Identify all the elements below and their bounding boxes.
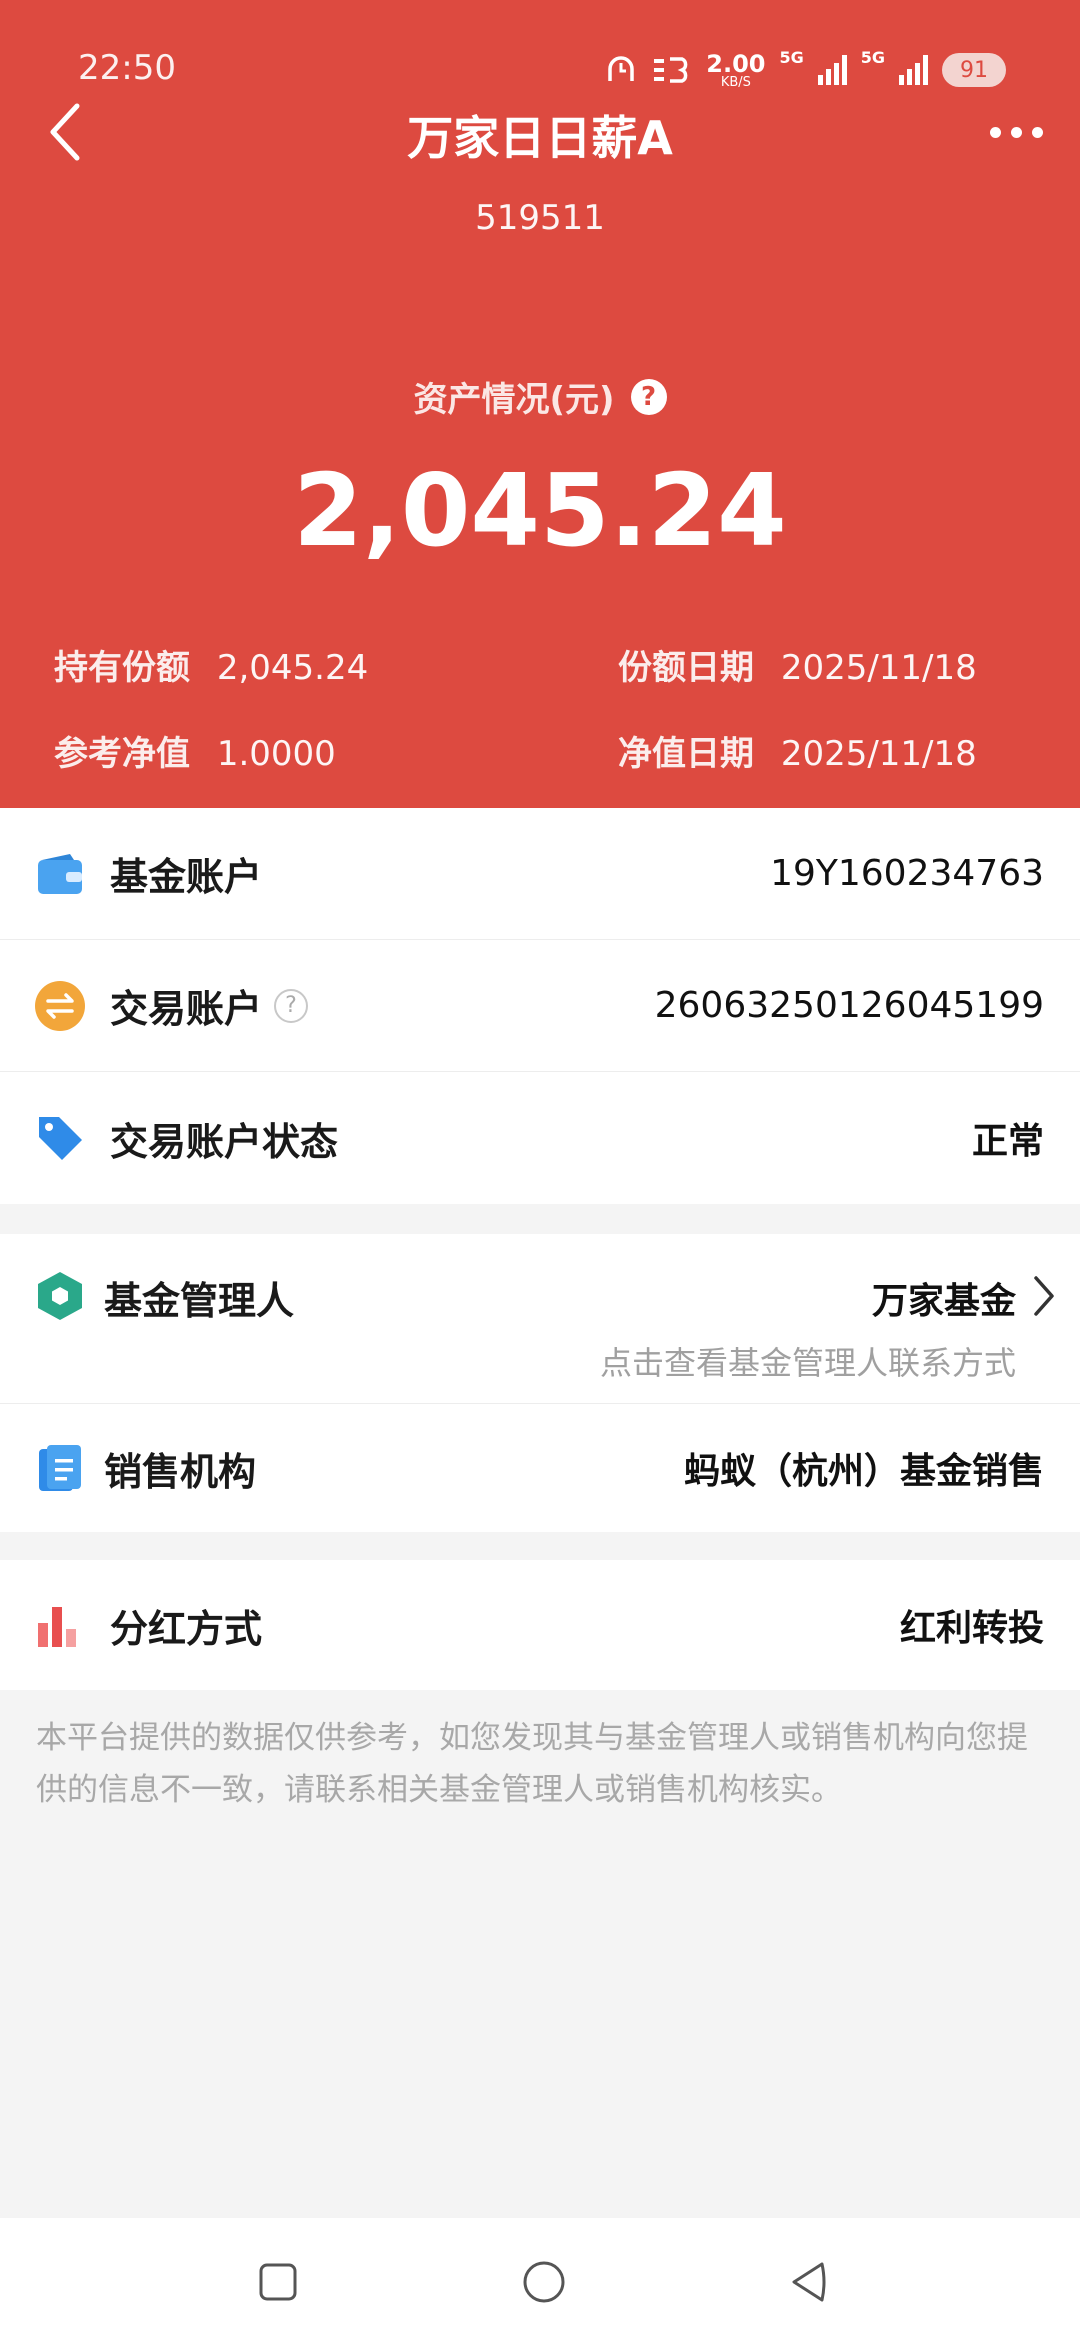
holding-value: 2,045.24 — [216, 648, 369, 688]
bar-chart-icon — [34, 1599, 86, 1651]
fund-manager-row[interactable]: 基金管理人 万家基金 点击查看基金管理人联系方式 — [0, 1234, 1080, 1404]
help-icon[interactable]: ? — [630, 378, 667, 415]
trade-account-value: 2606325012604519​9 — [654, 985, 1044, 1026]
share-date-value: 2025/11/18 — [780, 648, 977, 688]
wallet-icon — [34, 848, 86, 900]
battery-indicator: 91 — [942, 53, 1006, 87]
hexagon-icon — [34, 1270, 86, 1322]
nav-label: 参考净值 — [54, 734, 190, 774]
account-status-value: 正常 — [971, 1121, 1044, 1162]
triangle-back-icon — [792, 2262, 826, 2302]
chevron-left-icon — [50, 103, 80, 161]
nav-value: 1.0000 — [216, 734, 336, 774]
network-type-2: 5G — [860, 48, 885, 67]
system-nav-bar — [0, 2218, 1080, 2352]
signal-icon — [817, 55, 847, 85]
asset-label: 资产情况(元) — [413, 380, 615, 420]
share-date: 份额日期 2025/11/18 — [618, 640, 1010, 689]
home-button[interactable] — [520, 2258, 568, 2306]
page-title: 万家日日薪A — [407, 111, 673, 165]
fund-account-value: 19Y160234763 — [770, 853, 1044, 894]
account-card: 基金账户 19Y160234763 交易账户 ? 260632501260451… — [0, 808, 1080, 1204]
fund-header: 22:50 2.00 KB/S 5G 5G 91 万家日日薪A 519511 资… — [0, 0, 1080, 808]
asset-label-row: 资产情况(元) ? — [0, 372, 1080, 421]
nav-date: 净值日期 2025/11/18 — [618, 726, 1010, 775]
reference-nav: 参考净值 1.0000 — [54, 726, 336, 775]
asset-value: 2,045.24 — [293, 452, 787, 569]
network-type-1: 5G — [779, 48, 804, 67]
back-nav-button[interactable] — [784, 2258, 832, 2306]
share-date-label: 份额日期 — [618, 648, 754, 688]
status-bar: 22:50 2.00 KB/S 5G 5G 91 — [0, 48, 1080, 92]
fund-manager-label: 基金管理人 — [104, 1279, 295, 1323]
holding-share: 持有份额 2,045.24 — [54, 640, 368, 689]
meta-row-holding: 持有份额 2,045.24 份额日期 2025/11/18 — [54, 640, 1010, 689]
seller-value: 蚂蚁（杭州）基金销售 — [683, 1451, 1044, 1492]
chevron-right-icon — [1034, 1276, 1054, 1316]
seller-row: 销售机构 蚂蚁（杭州）基金销售 — [0, 1404, 1080, 1532]
account-status-label: 交易账户状态 — [110, 1119, 339, 1164]
circle-icon — [523, 2261, 565, 2303]
exchange-icon — [34, 980, 86, 1032]
book-icon — [34, 1442, 86, 1494]
fund-manager-value: 万家基金 — [871, 1281, 1016, 1322]
square-icon — [259, 2263, 297, 2301]
question-icon[interactable]: ? — [274, 988, 309, 1023]
tag-icon — [34, 1112, 86, 1164]
nav-date-label: 净值日期 — [618, 734, 754, 774]
holding-label: 持有份额 — [54, 648, 190, 688]
back-button[interactable] — [40, 96, 88, 168]
nfc-icon — [654, 57, 688, 83]
fund-detail-page: 22:50 2.00 KB/S 5G 5G 91 万家日日薪A 519511 资… — [0, 0, 1080, 2352]
trade-account-row: 交易账户 ? 2606325012604519​9 — [0, 940, 1080, 1072]
fund-manager-contact-link[interactable]: 点击查看基金管理人联系方式 — [600, 1338, 1016, 1384]
status-icons: 2.00 KB/S 5G 5G 91 — [604, 48, 1006, 92]
seller-label: 销售机构 — [104, 1449, 257, 1494]
more-button[interactable] — [980, 112, 1052, 152]
disclaimer-text: 本平台提供的数据仅供参考，如您发现其与基金管理人或销售机构向您提供的信息不一致，… — [36, 1720, 1028, 1808]
more-dots-icon — [989, 126, 1001, 138]
recent-apps-button[interactable] — [254, 2258, 302, 2306]
fund-account-row: 基金账户 19Y160234763 — [0, 808, 1080, 940]
dividend-label: 分红方式 — [110, 1606, 263, 1651]
dividend-row: 分红方式 红利转投 — [0, 1560, 1080, 1690]
fund-code: 519511 — [475, 198, 605, 238]
status-time: 22:50 — [78, 48, 176, 88]
signal-icon-2 — [899, 55, 928, 85]
trade-account-label: 交易账户 — [110, 987, 263, 1031]
dividend-card: 分红方式 红利转投 — [0, 1560, 1080, 1690]
dividend-value: 红利转投 — [899, 1608, 1044, 1649]
account-status-row: 交易账户状态 正常 — [0, 1072, 1080, 1204]
fund-account-label: 基金账户 — [110, 855, 263, 899]
institution-card: 基金管理人 万家基金 点击查看基金管理人联系方式 销售机构 蚂蚁（杭州）基金销售 — [0, 1234, 1080, 1532]
nav-date-value: 2025/11/18 — [780, 734, 977, 774]
alarm-icon — [608, 56, 634, 81]
meta-row-nav: 参考净值 1.0000 净值日期 2025/11/18 — [54, 726, 1010, 775]
trade-account-label-wrap: 交易账户 ? — [110, 978, 309, 1033]
network-speed: 2.00 KB/S — [706, 49, 766, 90]
